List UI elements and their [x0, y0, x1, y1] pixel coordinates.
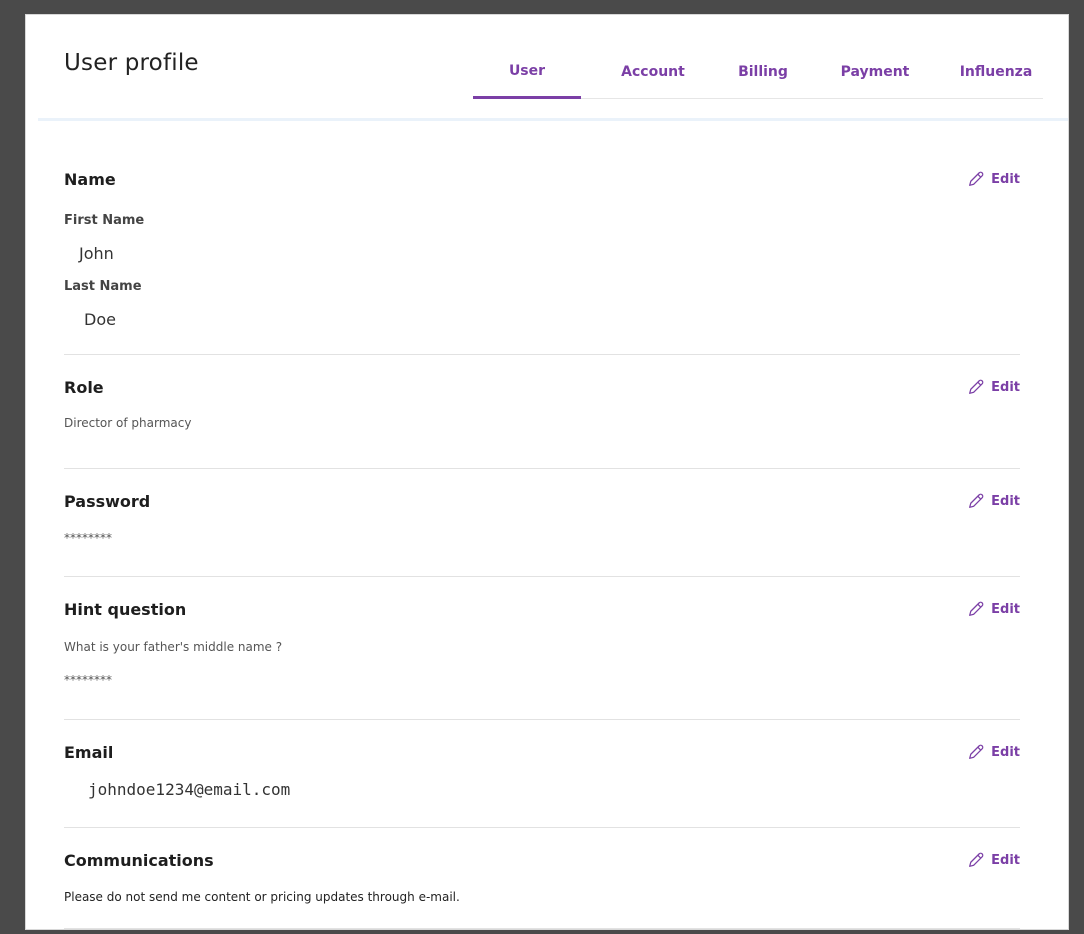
last-name-value: Doe: [84, 310, 116, 329]
hint-section-title: Hint question: [64, 600, 187, 619]
password-section-title: Password: [64, 492, 151, 511]
edit-label: Edit: [991, 493, 1020, 509]
tab-billing[interactable]: Billing: [723, 45, 803, 99]
app-frame: User profile User Account Billing Paymen…: [25, 14, 1069, 930]
edit-email-button[interactable]: Edit: [967, 743, 1020, 761]
communications-section: Communications Edit Please do not send m…: [64, 828, 1020, 929]
pencil-icon: [969, 171, 984, 186]
tab-user[interactable]: User: [473, 45, 581, 99]
profile-card: User profile User Account Billing Paymen…: [38, 25, 1068, 929]
page-title: User profile: [64, 50, 199, 76]
pencil-icon: [969, 852, 984, 867]
edit-communications-button[interactable]: Edit: [967, 851, 1020, 869]
name-section-title: Name: [64, 170, 116, 189]
edit-label: Edit: [991, 601, 1020, 617]
profile-tabs: User Account Billing Payment Influenza: [473, 45, 1043, 99]
role-section: Role Edit Director of pharmacy: [64, 355, 1020, 469]
email-value: johndoe1234@email.com: [88, 780, 291, 799]
edit-label: Edit: [991, 171, 1020, 187]
hint-question-text: What is your father's middle name ?: [64, 640, 283, 654]
role-value: Director of pharmacy: [64, 416, 192, 430]
communications-value: Please do not send me content or pricing…: [64, 890, 460, 904]
tab-account[interactable]: Account: [601, 45, 705, 99]
pencil-icon: [969, 379, 984, 394]
tab-payment[interactable]: Payment: [829, 45, 921, 99]
edit-label: Edit: [991, 379, 1020, 395]
profile-content: Name Edit First Name John Last Name Doe …: [64, 121, 1020, 929]
edit-name-button[interactable]: Edit: [967, 170, 1020, 188]
pencil-icon: [969, 744, 984, 759]
name-section: Name Edit First Name John Last Name Doe: [64, 121, 1020, 355]
edit-password-button[interactable]: Edit: [967, 492, 1020, 510]
email-section: Email Edit johndoe1234@email.com: [64, 720, 1020, 828]
pencil-icon: [969, 601, 984, 616]
password-value: ********: [64, 531, 112, 545]
tab-influenza[interactable]: Influenza: [949, 45, 1043, 99]
pencil-icon: [969, 493, 984, 508]
edit-label: Edit: [991, 852, 1020, 868]
last-name-label: Last Name: [64, 279, 142, 294]
edit-role-button[interactable]: Edit: [967, 378, 1020, 396]
profile-header: User profile User Account Billing Paymen…: [38, 25, 1068, 121]
email-section-title: Email: [64, 743, 114, 762]
hint-answer-value: ********: [64, 673, 112, 687]
hint-question-section: Hint question Edit What is your father's…: [64, 577, 1020, 720]
edit-label: Edit: [991, 744, 1020, 760]
communications-section-title: Communications: [64, 851, 214, 870]
edit-hint-button[interactable]: Edit: [967, 600, 1020, 618]
password-section: Password Edit ********: [64, 469, 1020, 577]
first-name-label: First Name: [64, 213, 145, 228]
first-name-value: John: [79, 244, 114, 263]
role-section-title: Role: [64, 378, 104, 397]
